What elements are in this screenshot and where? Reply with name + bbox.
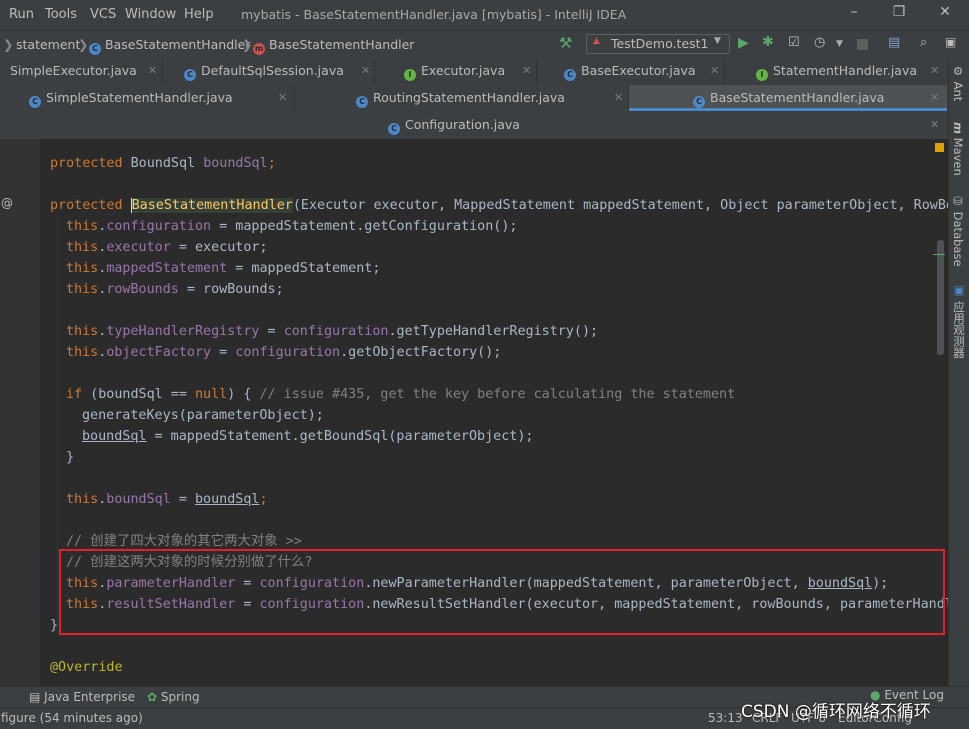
database-icon: ⛁: [951, 194, 965, 208]
watermark: CSDN @循环网络不循环: [741, 702, 931, 722]
close-tab-icon[interactable]: ✕: [930, 112, 939, 138]
editor-tab-row-3: C Configuration.java ✕: [0, 112, 948, 140]
profile-icon[interactable]: ◷: [814, 35, 825, 50]
chevron-down-icon[interactable]: ▼: [836, 39, 843, 49]
navigation-bar: ❯ statement ❯ C BaseStatementHandler ❯ mB…: [0, 30, 969, 60]
vcs-icon[interactable]: ▤: [888, 35, 900, 50]
close-tab-icon[interactable]: ✕: [278, 85, 287, 111]
breadcrumb-separator-icon: ❯: [242, 37, 253, 52]
code-line: if (boundSql == null) { // issue #435, g…: [66, 387, 736, 402]
config-icon: ▲: [593, 36, 600, 46]
code-line: boundSql = mappedStatement.getBoundSql(p…: [82, 429, 534, 444]
run-config-selector[interactable]: ▲ TestDemo.test1 ▼: [586, 34, 730, 54]
run-icon[interactable]: ▶: [738, 35, 749, 51]
maven-tool-button[interactable]: m Maven: [951, 122, 965, 176]
menu-help[interactable]: Help: [184, 7, 214, 22]
breadcrumb-separator-icon: ❯: [78, 37, 89, 52]
maven-icon: m: [951, 122, 965, 134]
status-message[interactable]: figure (54 minutes ago): [1, 711, 143, 725]
close-tab-icon[interactable]: ✕: [522, 58, 531, 84]
warning-marker-icon[interactable]: [935, 143, 944, 152]
tab-basestatementhandler[interactable]: C BaseStatementHandler.java ✕: [629, 85, 947, 111]
class-icon: C: [184, 69, 196, 81]
code-line: this.objectFactory = configuration.getOb…: [66, 345, 502, 360]
vertical-scrollbar-thumb[interactable]: [937, 240, 944, 355]
class-icon: C: [356, 96, 368, 108]
menu-tools[interactable]: Tools: [45, 7, 77, 22]
interface-icon: I: [756, 69, 768, 81]
close-tab-icon[interactable]: ✕: [930, 58, 939, 84]
close-window-icon[interactable]: ✕: [934, 4, 956, 24]
method-icon: m: [253, 43, 265, 55]
caret-position[interactable]: 53:13: [708, 711, 743, 725]
breadcrumb-class[interactable]: C BaseStatementHandler: [89, 37, 250, 55]
code-line: @Override: [50, 660, 123, 675]
right-tool-bar: ⚙ Ant m Maven ⛁ Database ▣ 应用观测器: [948, 58, 969, 686]
code-line: generateKeys(parameterObject);: [82, 408, 324, 423]
editor-tab-row-1: SimpleExecutor.java ✕ C DefaultSqlSession.…: [0, 58, 948, 86]
highlight-box: [59, 549, 945, 635]
ant-tool-button[interactable]: ⚙ Ant: [951, 64, 965, 101]
java-enterprise-icon: ▤: [29, 690, 41, 704]
class-icon: C: [29, 96, 41, 108]
close-tab-icon[interactable]: ✕: [930, 85, 939, 111]
breadcrumb-package[interactable]: statement: [16, 37, 80, 52]
tab-executor[interactable]: I Executor.java ✕: [374, 58, 534, 84]
interface-icon: I: [404, 69, 416, 81]
class-icon: C: [564, 69, 576, 81]
close-tab-icon[interactable]: ✕: [710, 58, 719, 84]
spring-icon: ✿: [147, 690, 158, 704]
debug-icon[interactable]: ✱: [762, 34, 774, 50]
tab-configuration[interactable]: C Configuration.java ✕: [0, 112, 946, 138]
code-line: this.executor = executor;: [66, 240, 268, 255]
tab-simplestatementhandler[interactable]: C SimpleStatementHandler.java ✕: [0, 85, 292, 111]
menu-run[interactable]: Run: [9, 7, 34, 22]
restore-icon[interactable]: ❐: [888, 4, 910, 24]
change-marker: [933, 254, 945, 255]
menu-vcs[interactable]: VCS: [90, 7, 116, 22]
code-line: this.boundSql = boundSql;: [66, 492, 268, 507]
search-icon[interactable]: ⌕: [920, 35, 927, 50]
class-icon: C: [388, 123, 400, 135]
code-line: this.rowBounds = rowBounds;: [66, 282, 284, 297]
code-line: this.mappedStatement = mappedStatement;: [66, 261, 381, 276]
tab-statementhandler[interactable]: I StatementHandler.java ✕: [724, 58, 946, 84]
chevron-down-icon: ▼: [714, 36, 721, 46]
observer-icon: ▣: [952, 283, 966, 297]
menu-bar: Run Tools VCS Window Help mybatis - Base…: [0, 0, 969, 30]
app-observer-tool-button[interactable]: ▣ 应用观测器: [951, 283, 967, 358]
code-line: }: [66, 450, 75, 465]
breadcrumb-separator-icon: ❯: [3, 37, 14, 52]
code-line: this.typeHandlerRegistry = configuration…: [66, 324, 599, 339]
close-tab-icon[interactable]: ✕: [614, 85, 623, 111]
stop-icon[interactable]: [857, 39, 868, 50]
code-line: this.configuration = mappedStatement.get…: [66, 219, 518, 234]
code-line: protected BoundSql boundSql;: [50, 156, 276, 171]
class-icon: C: [89, 43, 101, 55]
ant-icon: ⚙: [951, 64, 965, 78]
class-icon: C: [693, 96, 705, 108]
database-tool-button[interactable]: ⛁ Database: [951, 194, 965, 267]
window-title: mybatis - BaseStatementHandler.java [myb…: [241, 7, 627, 22]
tab-defaultsqlsession[interactable]: C DefaultSqlSession.java ✕: [162, 58, 372, 84]
close-tab-icon[interactable]: ✕: [148, 58, 157, 84]
close-tab-icon[interactable]: ✕: [361, 58, 370, 84]
minimize-icon[interactable]: –: [843, 4, 865, 24]
tab-baseexecutor[interactable]: C BaseExecutor.java ✕: [536, 58, 722, 84]
menu-window[interactable]: Window: [125, 7, 176, 22]
code-line: protected BaseStatementHandler(Executor …: [50, 198, 948, 213]
java-enterprise-tool-button[interactable]: ▤ Java Enterprise: [29, 690, 135, 704]
spring-tool-button[interactable]: ✿ Spring: [147, 690, 200, 704]
editor-tab-row-2: C SimpleStatementHandler.java ✕ C RoutingSt…: [0, 85, 948, 113]
tab-routingstatementhandler[interactable]: C RoutingStatementHandler.java ✕: [294, 85, 626, 111]
build-hammer-icon[interactable]: ⚒: [559, 34, 572, 52]
terminal-icon[interactable]: ▣: [945, 35, 956, 49]
tab-simpleexecutor[interactable]: SimpleExecutor.java ✕: [0, 58, 160, 84]
breadcrumb-method[interactable]: m BaseStatementHandler: [253, 37, 414, 55]
coverage-icon[interactable]: ☑: [788, 35, 800, 50]
